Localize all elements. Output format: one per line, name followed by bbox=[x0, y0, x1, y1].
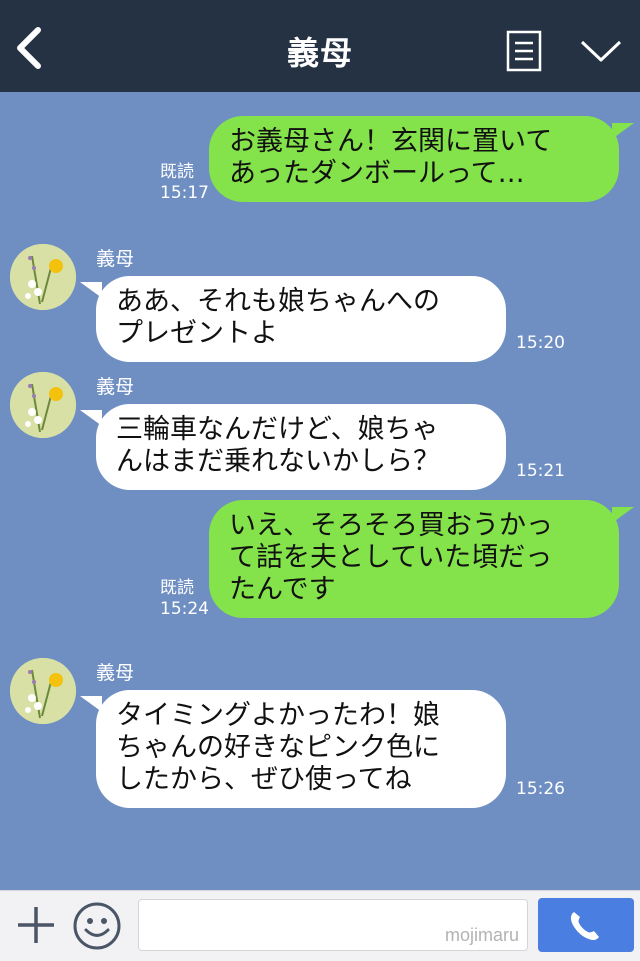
menu-dropdown-button[interactable] bbox=[578, 36, 624, 66]
bubble-tail bbox=[80, 282, 102, 298]
message-time: 15:24 bbox=[160, 599, 209, 619]
bubble-tail bbox=[612, 507, 634, 523]
message-time: 15:20 bbox=[516, 333, 565, 353]
chevron-down-icon bbox=[580, 40, 622, 62]
message-meta: 既読 15:24 bbox=[160, 578, 209, 620]
message-bubble-sent[interactable]: お義母さん！玄関に置いて あったダンボールって… bbox=[209, 116, 619, 202]
chat-title: 義母 bbox=[286, 34, 353, 72]
sender-name: 義母 bbox=[96, 662, 135, 684]
message-bubble-received[interactable]: ああ、それも娘ちゃんへの プレゼントよ bbox=[96, 276, 506, 362]
bubble-tail bbox=[612, 123, 634, 139]
smiley-icon bbox=[73, 902, 121, 950]
flower-avatar-icon bbox=[10, 372, 76, 438]
read-receipt: 既読 bbox=[160, 578, 194, 598]
composer-bar: mojimaru bbox=[0, 890, 640, 961]
plus-icon bbox=[18, 907, 54, 943]
message-list[interactable]: お義母さん！玄関に置いて あったダンボールって… 既読 15:17 義母 ああ、… bbox=[0, 92, 640, 890]
add-button[interactable] bbox=[14, 903, 58, 947]
avatar[interactable] bbox=[10, 658, 76, 724]
flower-avatar-icon bbox=[10, 244, 76, 310]
message-time: 15:17 bbox=[160, 183, 209, 203]
message-time: 15:21 bbox=[516, 461, 565, 481]
message-bubble-received[interactable]: タイミングよかったわ！娘 ちゃんの好きなピンク色に したから、ぜひ使ってね bbox=[96, 690, 506, 808]
sender-name: 義母 bbox=[96, 376, 135, 398]
note-button[interactable] bbox=[506, 30, 542, 72]
watermark: mojimaru bbox=[444, 925, 519, 945]
sticker-button[interactable] bbox=[72, 901, 122, 951]
sender-name: 義母 bbox=[96, 248, 135, 270]
message-bubble-received[interactable]: 三輪車なんだけど、娘ちゃ んはまだ乗れないかしら？ bbox=[96, 404, 506, 490]
phone-icon bbox=[570, 912, 599, 941]
bubble-tail bbox=[80, 410, 102, 426]
avatar[interactable] bbox=[10, 244, 76, 310]
call-button[interactable] bbox=[538, 898, 634, 952]
chat-header: 義母 bbox=[0, 0, 640, 92]
flower-avatar-icon bbox=[10, 658, 76, 724]
message-meta: 既読 15:17 bbox=[160, 162, 209, 204]
message-time: 15:26 bbox=[516, 779, 565, 799]
message-input[interactable]: mojimaru bbox=[138, 899, 528, 951]
note-icon bbox=[506, 30, 542, 72]
message-bubble-sent[interactable]: いえ、そろそろ買おうかっ て話を夫としていた頃だっ たんです bbox=[209, 500, 619, 618]
avatar[interactable] bbox=[10, 372, 76, 438]
read-receipt: 既読 bbox=[160, 162, 194, 182]
bubble-tail bbox=[80, 696, 102, 712]
